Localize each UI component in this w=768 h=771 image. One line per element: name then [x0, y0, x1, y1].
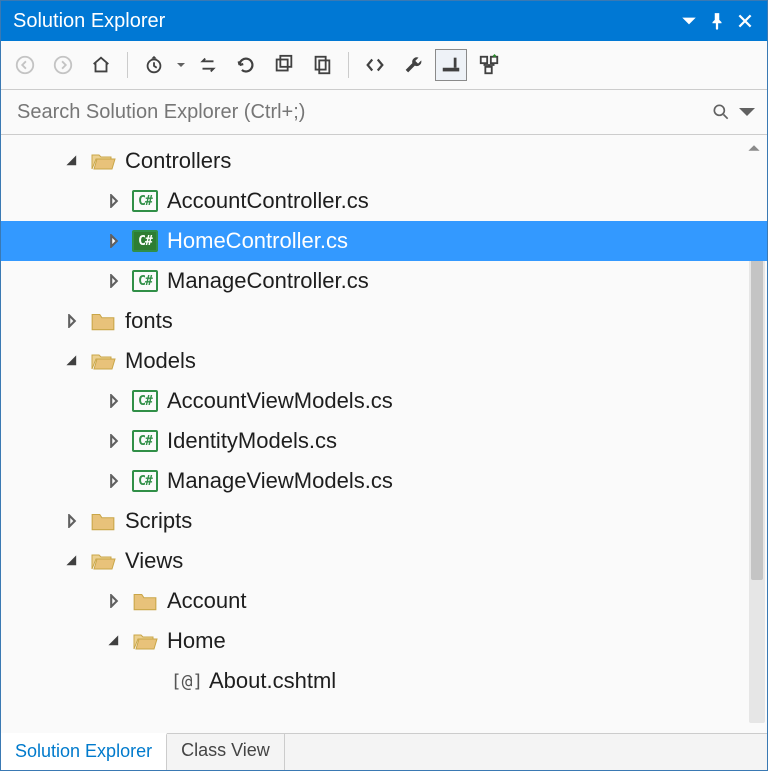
search-icon[interactable] — [711, 102, 757, 122]
tree-item-label: ManageController.cs — [167, 268, 369, 294]
tree-item[interactable]: C# ManageController.cs — [1, 261, 767, 301]
tab-class-view[interactable]: Class View — [167, 734, 285, 770]
tree-item-label: Scripts — [125, 508, 192, 534]
folder-icon — [89, 307, 117, 335]
folder-icon — [131, 587, 159, 615]
tree-item[interactable]: Account — [1, 581, 767, 621]
tab-solution-explorer[interactable]: Solution Explorer — [1, 733, 167, 770]
tree-item-label: Home — [167, 628, 226, 654]
view-class-diagram-button[interactable] — [473, 49, 505, 81]
folder-open-icon — [131, 627, 159, 655]
sync-button[interactable] — [192, 49, 224, 81]
solution-explorer-window: Solution Explorer — [0, 0, 768, 771]
tree-item-label: AccountController.cs — [167, 188, 369, 214]
folder-open-icon — [89, 547, 117, 575]
csharp-file-icon: C# — [131, 387, 159, 415]
pin-button[interactable] — [703, 7, 731, 35]
tree-item[interactable]: C# HomeController.cs — [1, 221, 767, 261]
properties-button[interactable] — [397, 49, 429, 81]
expander-expanded-icon[interactable] — [61, 350, 83, 372]
show-all-files-button[interactable] — [306, 49, 338, 81]
tree-item[interactable]: Views — [1, 541, 767, 581]
tree-item[interactable]: C# ManageViewModels.cs — [1, 461, 767, 501]
expander-collapsed-icon[interactable] — [103, 590, 125, 612]
view-code-button[interactable] — [359, 49, 391, 81]
tree-item-label: Models — [125, 348, 196, 374]
tree-item-label: Views — [125, 548, 183, 574]
tree-item-label: fonts — [125, 308, 173, 334]
back-button[interactable] — [9, 49, 41, 81]
search-bar[interactable] — [1, 90, 767, 135]
forward-button[interactable] — [47, 49, 79, 81]
window-menu-button[interactable] — [675, 7, 703, 35]
csharp-file-icon: C# — [131, 427, 159, 455]
toolbar — [1, 41, 767, 90]
expander-collapsed-icon[interactable] — [103, 470, 125, 492]
folder-open-icon — [89, 147, 117, 175]
csharp-file-icon: C# — [131, 467, 159, 495]
tree-item[interactable]: [@] About.cshtml — [1, 661, 767, 701]
tree-item-label: Account — [167, 588, 247, 614]
tree-item[interactable]: C# IdentityModels.cs — [1, 421, 767, 461]
csharp-file-icon: C# — [131, 227, 159, 255]
razor-file-icon: [@] — [173, 667, 201, 695]
expander-collapsed-icon[interactable] — [103, 230, 125, 252]
expander-collapsed-icon[interactable] — [103, 270, 125, 292]
bottom-tabstrip: Solution Explorer Class View — [1, 733, 767, 770]
tree-item-label: ManageViewModels.cs — [167, 468, 393, 494]
tree-item-label: AccountViewModels.cs — [167, 388, 393, 414]
titlebar[interactable]: Solution Explorer — [1, 1, 767, 41]
expander-collapsed-icon[interactable] — [103, 430, 125, 452]
expander-expanded-icon[interactable] — [103, 630, 125, 652]
folder-open-icon — [89, 347, 117, 375]
csharp-file-icon: C# — [131, 187, 159, 215]
tree[interactable]: ControllersC#AccountController.csC#HomeC… — [1, 135, 767, 733]
tree-item-label: HomeController.cs — [167, 228, 348, 254]
preview-selected-items-button[interactable] — [435, 49, 467, 81]
tree-item[interactable]: C# AccountController.cs — [1, 181, 767, 221]
home-button[interactable] — [85, 49, 117, 81]
tree-item-label: Controllers — [125, 148, 231, 174]
expander-collapsed-icon[interactable] — [103, 390, 125, 412]
toolbar-separator — [127, 52, 128, 78]
expander-collapsed-icon[interactable] — [103, 190, 125, 212]
collapse-all-button[interactable] — [268, 49, 300, 81]
tree-item[interactable]: Models — [1, 341, 767, 381]
toolbar-separator — [348, 52, 349, 78]
expander-none — [145, 670, 167, 692]
tree-item[interactable]: fonts — [1, 301, 767, 341]
tree-item[interactable]: C# AccountViewModels.cs — [1, 381, 767, 421]
search-input[interactable] — [15, 100, 711, 125]
csharp-file-icon: C# — [131, 267, 159, 295]
expander-collapsed-icon[interactable] — [61, 310, 83, 332]
panel-title: Solution Explorer — [13, 10, 675, 33]
refresh-button[interactable] — [230, 49, 262, 81]
tree-item[interactable]: Scripts — [1, 501, 767, 541]
folder-icon — [89, 507, 117, 535]
tree-viewport: ControllersC#AccountController.csC#HomeC… — [1, 135, 767, 733]
tree-item-label: About.cshtml — [209, 668, 336, 694]
expander-collapsed-icon[interactable] — [61, 510, 83, 532]
expander-expanded-icon[interactable] — [61, 150, 83, 172]
tree-item[interactable]: Controllers — [1, 141, 767, 181]
expander-expanded-icon[interactable] — [61, 550, 83, 572]
pending-changes-filter-button[interactable] — [138, 49, 170, 81]
tree-item-label: IdentityModels.cs — [167, 428, 337, 454]
dropdown-arrow-icon[interactable] — [176, 60, 186, 70]
close-button[interactable] — [731, 7, 759, 35]
tree-item[interactable]: Home — [1, 621, 767, 661]
